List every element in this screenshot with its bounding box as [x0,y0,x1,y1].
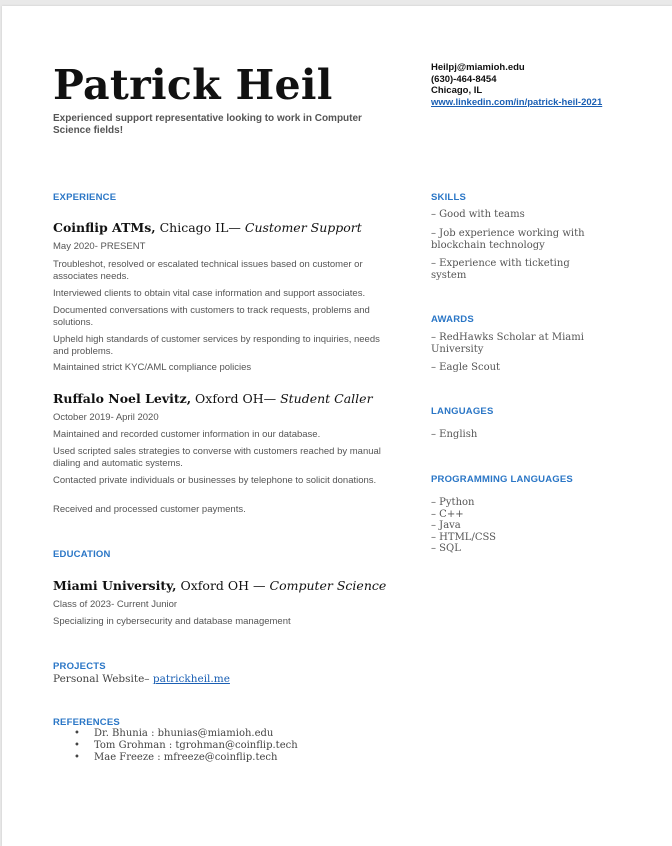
skill-item: – Good with teams [431,209,525,220]
job-bullet: Maintained strict KYC/AML compliance pol… [53,362,252,373]
education-class: Class of 2023- Current Junior [53,599,178,610]
school-field: Computer Science [269,578,387,593]
job-bullet: Troubleshot, resolved or escalated techn… [53,259,363,282]
references-list: Dr. Bhunia : bhunias@miamioh.edu Tom Gro… [74,728,298,764]
project-line: Personal Website– patrickheil.me [53,673,230,685]
contact-block: Heilpj@miamioh.edu (630)-464-8454 Chicag… [431,62,602,108]
education-focus: Specializing in cybersecurity and databa… [53,616,291,627]
education-heading: EDUCATION [53,549,111,560]
project-link[interactable]: patrickheil.me [153,673,230,685]
programming-item: – Python [431,497,475,508]
job-bullet: Contacted private individuals or busines… [53,475,377,486]
programming-item: – SQL [431,543,461,554]
projects-heading: PROJECTS [53,661,106,672]
project-label: Personal Website– [53,673,153,685]
programming-list: – Python – C++ – Java – HTML/CSS – SQL [431,497,496,555]
programming-item: – Java [431,520,461,531]
education-title: Miami University, Oxford OH — Computer S… [53,578,386,593]
job-bullet: Used scripted sales strategies to conver… [53,446,381,469]
job-title-ruffalo: Ruffalo Noel Levitz, Oxford OH— Student … [53,391,373,406]
school-place: Oxford OH — [176,578,270,593]
experience-heading: EXPERIENCE [53,192,117,203]
job-bullet: Documented conversations with customers … [53,305,370,328]
references-heading: REFERENCES [53,717,120,728]
reference-item: Dr. Bhunia : bhunias@miamioh.edu [74,728,298,740]
job-company: Coinflip ATMs, [53,220,156,235]
programming-heading: PROGRAMMING LANGUAGES [431,474,573,485]
contact-email[interactable]: Heilpj@miamioh.edu [431,62,602,74]
contact-phone: (630)-464-8454 [431,73,497,85]
programming-item: – HTML/CSS [431,531,496,543]
languages-heading: LANGUAGES [431,406,494,417]
programming-item: – C++ [431,508,464,520]
contact-location: Chicago, IL [431,85,483,96]
skills-heading: SKILLS [431,192,466,203]
resume-tagline: Experienced support representative looki… [53,113,362,136]
job-bullet: Received and processed customer payments… [53,504,246,515]
linkedin-link[interactable]: www.linkedin.com/in/patrick-heil-2021 [431,97,602,108]
job-bullet: Maintained and recorded customer informa… [53,429,321,440]
job-role: Student Caller [280,391,373,406]
job-role: Customer Support [244,220,362,235]
resume-name: Patrick Heil [53,61,333,109]
language-item: – English [431,429,478,440]
job-dates: May 2020- PRESENT [53,241,146,252]
job-place: Oxford OH— [191,391,281,406]
job-company: Ruffalo Noel Levitz, [53,391,192,406]
reference-item: Tom Grohman : tgrohman@coinflip.tech [74,740,298,752]
award-item: – RedHawks Scholar at Miami University [431,332,584,355]
skill-item: – Experience with ticketing system [431,258,570,281]
job-bullet: Interviewed clients to obtain vital case… [53,288,366,299]
school-name: Miami University, [53,578,177,593]
reference-item: Mae Freeze : mfreeze@coinflip.tech [74,752,298,764]
skill-item: – Job experience working with blockchain… [431,228,585,251]
job-place: Chicago IL— [155,220,245,235]
award-item: – Eagle Scout [431,362,501,373]
job-bullet: Upheld high standards of customer servic… [53,334,380,357]
awards-heading: AWARDS [431,314,474,325]
job-title-coinflip: Coinflip ATMs, Chicago IL— Customer Supp… [53,220,362,235]
resume-page: Patrick Heil Experienced support represe… [2,6,672,846]
job-dates: October 2019- April 2020 [53,412,159,423]
